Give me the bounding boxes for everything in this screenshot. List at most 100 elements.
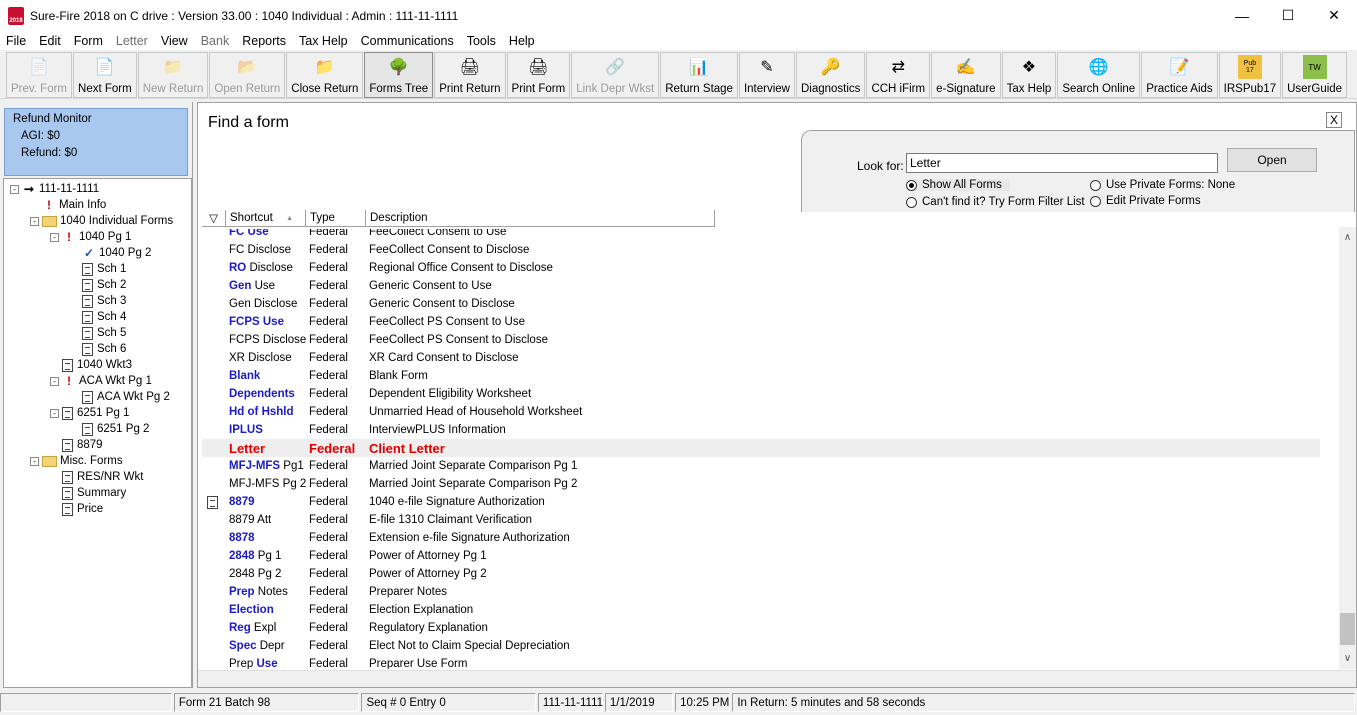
show-all-forms-radio[interactable]: Show All Forms [906,179,1010,191]
cch-ifirm-button[interactable]: ⇄ CCH iFirm [866,52,931,98]
menu-reports[interactable]: Reports [242,34,286,48]
tree-node-1040-pg-2[interactable]: ✓ 1040 Pg 2 [82,245,151,261]
close-find-button[interactable]: X [1326,112,1342,128]
table-row[interactable]: Blank Federal Blank Form [202,367,1320,385]
open-return-button[interactable]: 📂 Open Return [209,52,286,98]
table-row[interactable]: Election Federal Election Explanation [202,601,1320,619]
print-return-button[interactable]: 🖨 Print Return [434,52,506,98]
link-depr-wkst-button[interactable]: 🔗 Link Depr Wkst [571,52,660,98]
close-window-button[interactable]: ✕ [1311,0,1357,31]
menu-communications[interactable]: Communications [361,34,454,48]
shortcut-cell[interactable]: MFJ-MFS Pg1 [226,460,306,472]
menu-help[interactable]: Help [509,34,535,48]
shortcut-cell[interactable]: MFJ-MFS Pg 2 [226,478,306,490]
expand-toggle-icon[interactable]: - [50,232,59,242]
tree-node-res-nr-wkt[interactable]: RES/NR Wkt [62,469,143,485]
tree-node-aca-wkt-pg-2[interactable]: ACA Wkt Pg 2 [82,389,170,405]
menu-file[interactable]: File [6,34,26,48]
tree-node-8879[interactable]: 8879 [62,437,103,453]
next-form-button[interactable]: 📄 Next Form [73,52,137,98]
close-return-button[interactable]: 📁 Close Return [286,52,364,98]
tree-node-summary[interactable]: Summary [62,485,126,501]
tree-node-misc-forms[interactable]: - Misc. Forms [30,453,123,469]
shortcut-cell[interactable]: Election [226,604,306,616]
shortcut-cell[interactable]: 8879 Att [226,514,306,526]
scroll-down-icon[interactable]: ∨ [1339,650,1356,667]
table-row[interactable]: FCPS Use Federal FeeCollect PS Consent to … [202,313,1320,331]
menu-tools[interactable]: Tools [467,34,496,48]
shortcut-cell[interactable]: RO Disclose [226,262,306,274]
tree-node-sch-1[interactable]: Sch 1 [82,261,126,277]
table-row[interactable]: Prep Use Federal Preparer Use Form [202,655,1320,669]
shortcut-cell[interactable]: FC Use [226,229,306,238]
print-form-button[interactable]: 🖨 Print Form [506,52,571,98]
practice-aids-button[interactable]: 📝 Practice Aids [1141,52,1218,98]
new-return-button[interactable]: 📁 New Return [137,52,209,98]
horizontal-scrollbar[interactable] [198,670,1356,687]
maximize-button[interactable]: ☐ [1265,0,1311,31]
tree-node-6251-pg-2[interactable]: 6251 Pg 2 [82,421,149,437]
userguide-button[interactable]: TW UserGuide [1282,52,1348,98]
menu-bank[interactable]: Bank [201,34,230,48]
tree-node-price[interactable]: Price [62,501,103,517]
expand-toggle-icon[interactable]: - [10,184,19,194]
shortcut-cell[interactable]: Blank [226,370,306,382]
expand-toggle-icon[interactable]: - [30,456,39,466]
table-row[interactable]: RO Disclose Federal Regional Office Consen… [202,259,1320,277]
column-shortcut[interactable]: Shortcut ▲ [226,210,306,226]
tree-node-sch-5[interactable]: Sch 5 [82,325,126,341]
prev-form-button[interactable]: 📄 Prev. Form [6,52,73,98]
shortcut-cell[interactable]: Dependents [226,388,306,400]
table-row[interactable]: FC Disclose Federal FeeCollect Consent to … [202,241,1320,259]
shortcut-cell[interactable]: IPLUS [226,424,306,436]
table-row[interactable]: Letter Federal Client Letter [202,439,1320,457]
edit-private-forms-radio[interactable]: Edit Private Forms [1090,195,1201,207]
shortcut-cell[interactable]: Reg Expl [226,622,306,634]
shortcut-cell[interactable]: 8878 [226,532,306,544]
form-filter-list-radio[interactable]: Can't find it? Try Form Filter List [906,196,1085,208]
table-row[interactable]: 8879 Att Federal E-file 1310 Claimant Veri… [202,511,1320,529]
menu-edit[interactable]: Edit [39,34,61,48]
menu-tax-help[interactable]: Tax Help [299,34,348,48]
shortcut-cell[interactable]: FC Disclose [226,244,306,256]
tree-node-sch-4[interactable]: Sch 4 [82,309,126,325]
table-row[interactable]: Dependents Federal Dependent Eligibility W… [202,385,1320,403]
minimize-button[interactable]: — [1219,0,1265,31]
shortcut-cell[interactable]: Prep Use [226,658,306,669]
table-row[interactable]: Reg Expl Federal Regulatory Explanation [202,619,1320,637]
shortcut-cell[interactable]: XR Disclose [226,352,306,364]
shortcut-cell[interactable]: 2848 Pg 1 [226,550,306,562]
shortcut-cell[interactable]: 8879 [226,496,306,508]
table-row[interactable]: Prep Notes Federal Preparer Notes [202,583,1320,601]
tree-node-1040-individual-forms[interactable]: - 1040 Individual Forms [30,213,173,229]
table-row[interactable]: Gen Disclose Federal Generic Consent to Di… [202,295,1320,313]
shortcut-cell[interactable]: Prep Notes [226,586,306,598]
table-row[interactable]: FCPS Disclose Federal FeeCollect PS Consen… [202,331,1320,349]
shortcut-cell[interactable]: FCPS Disclose [226,334,306,346]
shortcut-cell[interactable]: Gen Disclose [226,298,306,310]
diagnostics-button[interactable]: 🔑 Diagnostics [795,52,866,98]
table-row[interactable]: 2848 Pg 1 Federal Power of Attorney Pg 1 [202,547,1320,565]
table-row[interactable]: Spec Depr Federal Elect Not to Claim Speci… [202,637,1320,655]
shortcut-cell[interactable]: Gen Use [226,280,306,292]
look-for-input[interactable] [906,153,1218,173]
table-row[interactable]: MFJ-MFS Pg 2 Federal Married Joint Separat… [202,475,1320,493]
irspub17-button[interactable]: Pub 17 IRSPub17 [1218,52,1282,98]
menu-letter[interactable]: Letter [116,34,148,48]
tree-node-111-11-1111[interactable]: - ➞ 111-11-1111 [10,181,99,197]
column-type[interactable]: Type [306,210,366,226]
shortcut-cell[interactable]: 2848 Pg 2 [226,568,306,580]
table-row[interactable]: 8879 Federal 1040 e-file Signature Authori… [202,493,1320,511]
scroll-up-icon[interactable]: ∧ [1339,229,1356,246]
shortcut-cell[interactable]: Spec Depr [226,640,306,652]
return-stage-button[interactable]: 📊 Return Stage [660,52,738,98]
interview-button[interactable]: ✎ Interview [738,52,795,98]
tree-node-sch-2[interactable]: Sch 2 [82,277,126,293]
table-row[interactable]: MFJ-MFS Pg1 Federal Married Joint Separate… [202,457,1320,475]
table-row[interactable]: IPLUS Federal InterviewPLUS Information [202,421,1320,439]
shortcut-cell[interactable]: Hd of Hshld [226,406,306,418]
table-row[interactable]: Gen Use Federal Generic Consent to Use [202,277,1320,295]
table-row[interactable]: 2848 Pg 2 Federal Power of Attorney Pg 2 [202,565,1320,583]
e-signature-button[interactable]: ✍ e-Signature [931,52,1001,98]
tree-node-1040-wkt3[interactable]: 1040 Wkt3 [62,357,132,373]
